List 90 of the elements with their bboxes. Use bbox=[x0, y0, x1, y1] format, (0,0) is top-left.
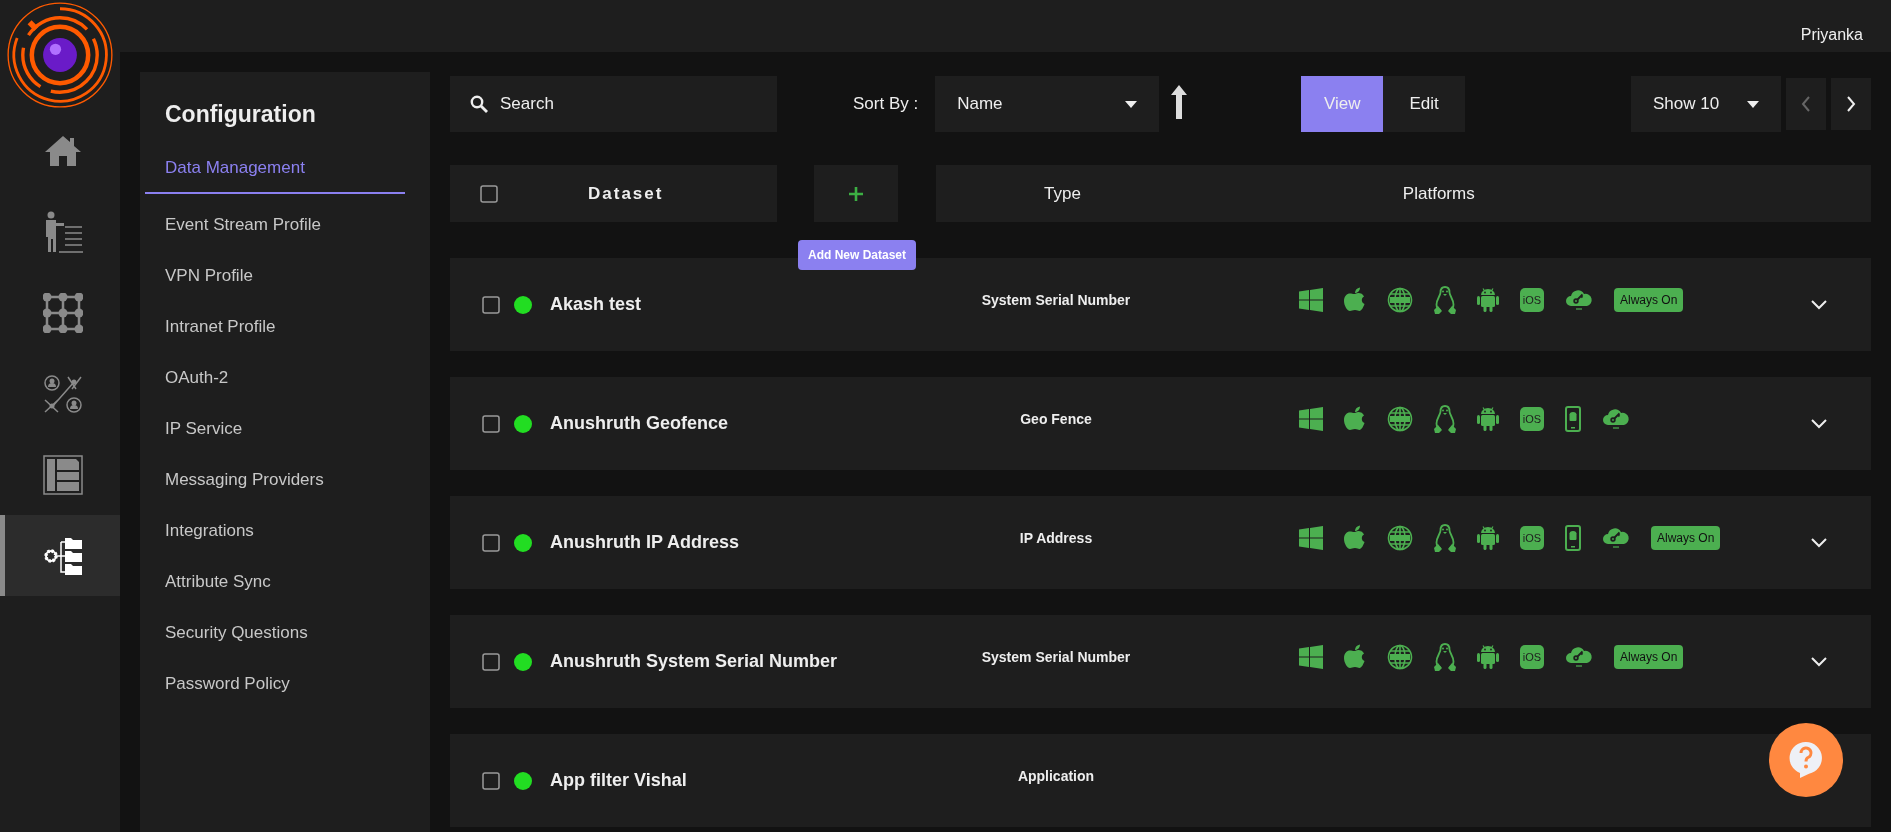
document-icon bbox=[42, 454, 83, 495]
tooltip: Add New Dataset bbox=[798, 240, 917, 270]
column-header: Type bbox=[1044, 183, 1081, 204]
phone-icon bbox=[1565, 405, 1581, 432]
chevron-down-icon[interactable] bbox=[1811, 418, 1827, 429]
globe-icon bbox=[1387, 524, 1413, 551]
chevron-right-icon bbox=[1846, 96, 1856, 112]
checkbox[interactable] bbox=[480, 184, 498, 203]
status-badge: Always On bbox=[1614, 287, 1684, 312]
apple-icon bbox=[1344, 405, 1366, 432]
apple-icon bbox=[1344, 643, 1366, 670]
search-field[interactable]: Search bbox=[450, 76, 777, 132]
menu-item[interactable]: Data Management bbox=[165, 142, 305, 192]
globe-icon bbox=[1387, 405, 1413, 432]
android-icon bbox=[1477, 643, 1499, 670]
search-icon bbox=[470, 95, 488, 113]
dataset-type: IP Address bbox=[1019, 529, 1093, 546]
globe-icon bbox=[1387, 643, 1413, 670]
chevron-down-icon[interactable] bbox=[1811, 656, 1827, 667]
menu-item[interactable]: Security Questions bbox=[165, 607, 308, 659]
menu-item[interactable]: VPN Profile bbox=[165, 250, 253, 302]
menu-item[interactable]: IP Service bbox=[165, 403, 243, 455]
sort-label: Sort By : bbox=[853, 94, 919, 114]
windows-icon bbox=[1299, 644, 1323, 669]
dataset-type: Geo Fence bbox=[1020, 410, 1092, 427]
menu-title: Configuration bbox=[165, 101, 316, 128]
windows-icon bbox=[1299, 525, 1323, 550]
globe-icon bbox=[1387, 286, 1413, 313]
menu-item[interactable]: Intranet Profile bbox=[165, 301, 276, 353]
android-icon bbox=[1477, 405, 1499, 432]
ios-icon: iOS bbox=[1520, 525, 1544, 550]
dataset-type: Application bbox=[1017, 767, 1095, 784]
dataset-name[interactable]: App filter Vishal bbox=[550, 770, 687, 790]
android-icon bbox=[1477, 286, 1499, 313]
chevron-down-icon[interactable] bbox=[1811, 299, 1827, 310]
dataset-name[interactable]: Anushruth Geofence bbox=[550, 413, 728, 433]
gear-folders-icon bbox=[41, 535, 84, 576]
phone-icon bbox=[1565, 524, 1581, 551]
ios-icon: iOS bbox=[1520, 287, 1544, 312]
penguin-icon bbox=[1434, 523, 1456, 552]
cloud-key-icon bbox=[1565, 644, 1593, 669]
menu-item[interactable]: OAuth-2 bbox=[165, 352, 229, 404]
help-icon bbox=[1789, 741, 1823, 779]
caret-icon bbox=[1125, 100, 1138, 108]
menu-item[interactable]: Password Policy bbox=[165, 658, 290, 710]
windows-icon bbox=[1299, 406, 1323, 431]
dataset-name[interactable]: Anushruth System Serial Number bbox=[550, 651, 838, 671]
next-page-button[interactable] bbox=[1831, 78, 1871, 130]
caret-icon bbox=[1747, 100, 1759, 108]
chevron-left-icon bbox=[1801, 96, 1811, 112]
ios-icon: iOS bbox=[1520, 644, 1544, 669]
penguin-icon bbox=[1434, 285, 1456, 314]
grid-network-icon bbox=[42, 292, 83, 333]
status-badge: Always On bbox=[1614, 644, 1684, 669]
menu-item[interactable]: Integrations bbox=[165, 505, 254, 557]
menu-item[interactable]: Attribute Sync bbox=[165, 556, 271, 608]
nav-item[interactable] bbox=[0, 515, 120, 596]
dataset-name[interactable]: Anushruth IP Address bbox=[550, 532, 740, 552]
checkbox[interactable] bbox=[482, 533, 500, 552]
logo-icon bbox=[7, 2, 113, 108]
plus-icon bbox=[849, 186, 863, 201]
menu-item[interactable]: Event Stream Profile bbox=[165, 199, 321, 251]
checkbox[interactable] bbox=[482, 771, 500, 790]
dataset-type: System Serial Number bbox=[981, 291, 1131, 308]
user-name[interactable]: Priyanka bbox=[1800, 26, 1863, 44]
apple-icon bbox=[1344, 286, 1366, 313]
cloud-key-icon bbox=[1602, 406, 1630, 431]
dataset-type: System Serial Number bbox=[981, 648, 1131, 665]
penguin-icon bbox=[1434, 642, 1456, 671]
android-icon bbox=[1477, 524, 1499, 551]
column-header: Dataset bbox=[588, 183, 664, 204]
page-size-dropdown[interactable]: Show 10 bbox=[1631, 76, 1781, 132]
penguin-icon bbox=[1434, 404, 1456, 433]
apple-icon bbox=[1344, 524, 1366, 551]
people-network-icon bbox=[42, 373, 83, 414]
status-badge: Always On bbox=[1651, 525, 1721, 550]
chevron-down-icon[interactable] bbox=[1811, 537, 1827, 548]
column-header: Platforms bbox=[1402, 183, 1475, 204]
mode-tab[interactable]: Edit bbox=[1383, 76, 1466, 132]
arrow-up-icon[interactable] bbox=[1171, 85, 1188, 119]
checkbox[interactable] bbox=[482, 295, 500, 314]
cloud-key-icon bbox=[1565, 287, 1593, 312]
checkbox[interactable] bbox=[482, 414, 500, 433]
windows-icon bbox=[1299, 287, 1323, 312]
dataset-name[interactable]: Akash test bbox=[550, 294, 642, 314]
ios-icon: iOS bbox=[1520, 406, 1544, 431]
sort-dropdown[interactable]: Name bbox=[935, 76, 1160, 132]
checkbox[interactable] bbox=[482, 652, 500, 671]
menu-item[interactable]: Messaging Providers bbox=[165, 454, 324, 506]
cloud-key-icon bbox=[1602, 525, 1630, 550]
